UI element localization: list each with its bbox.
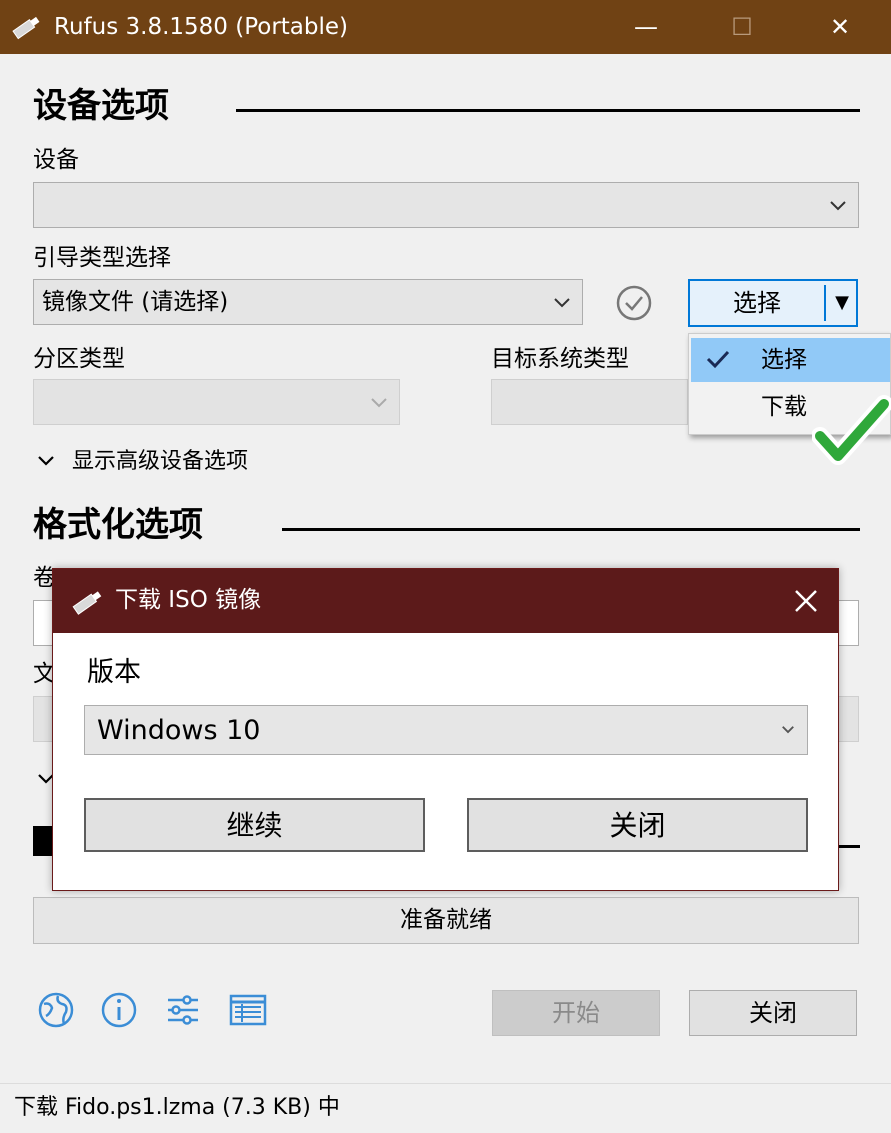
dialog-close-button[interactable]: 关闭 [467, 798, 808, 852]
boot-selection-select[interactable]: 镜像文件 (请选择) [33, 279, 583, 325]
device-options-heading: 设备选项 [33, 86, 169, 126]
title-bar: Rufus 3.8.1580 (Portable) — ☐ ✕ [0, 0, 891, 54]
chevron-down-icon [830, 201, 846, 211]
start-button-label: 开始 [552, 999, 600, 1027]
menu-item-label: 选择 [761, 347, 807, 373]
partition-scheme-label: 分区类型 [33, 346, 125, 372]
boot-selection-value: 镜像文件 (请选择) [42, 289, 229, 315]
info-icon[interactable] [99, 990, 139, 1030]
dialog-close-button-label: 关闭 [609, 809, 666, 842]
device-label: 设备 [33, 147, 79, 173]
close-icon[interactable] [788, 583, 824, 619]
select-image-button[interactable]: 选择 ▼ [688, 279, 858, 327]
log-icon[interactable] [228, 990, 268, 1030]
menu-item-select[interactable]: 选择 [691, 338, 890, 382]
split-divider [824, 285, 826, 321]
globe-icon[interactable] [36, 990, 76, 1030]
chevron-down-icon [782, 726, 794, 734]
dialog-title-bar: 下载 ISO 镜像 [53, 569, 838, 633]
status-bar-text: 下载 Fido.ps1.lzma (7.3 KB) 中 [14, 1095, 340, 1120]
maximize-icon: ☐ [731, 13, 753, 41]
status-heading-fragment [33, 826, 53, 856]
usb-drive-icon [72, 591, 102, 615]
verify-check-icon[interactable] [615, 284, 653, 322]
chevron-down-icon [554, 298, 570, 308]
section-divider [839, 845, 860, 848]
maximize-button: ☐ [714, 0, 770, 54]
minimize-icon: — [634, 13, 658, 41]
section-divider [282, 528, 860, 531]
target-system-select [491, 379, 688, 425]
dialog-title: 下载 ISO 镜像 [115, 587, 262, 613]
format-options-heading: 格式化选项 [33, 505, 203, 545]
version-value: Windows 10 [97, 715, 261, 746]
chevron-down-icon[interactable] [36, 452, 56, 470]
start-button: 开始 [492, 990, 660, 1036]
window-title: Rufus 3.8.1580 (Portable) [54, 14, 349, 40]
usb-drive-icon [12, 16, 40, 40]
green-checkmark-icon [812, 395, 891, 465]
version-label: 版本 [87, 657, 141, 688]
version-select[interactable]: Windows 10 [84, 705, 808, 755]
menu-item-label: 下载 [761, 394, 807, 420]
status-bar: 下载 Fido.ps1.lzma (7.3 KB) 中 [0, 1083, 891, 1133]
close-main-button[interactable]: 关闭 [689, 990, 857, 1036]
boot-selection-label: 引导类型选择 [33, 245, 171, 271]
close-icon: ✕ [829, 13, 851, 41]
progress-status-text: 准备就绪 [400, 907, 492, 933]
minimize-button[interactable]: — [618, 0, 674, 54]
close-main-button-label: 关闭 [749, 999, 797, 1027]
advanced-device-toggle[interactable]: 显示高级设备选项 [72, 448, 248, 476]
chevron-down-icon [371, 398, 387, 408]
checkmark-icon [706, 350, 730, 369]
target-system-label: 目标系统类型 [491, 346, 629, 372]
download-iso-dialog: 下载 ISO 镜像 版本 Windows 10 继续 关闭 [52, 568, 839, 891]
section-divider [236, 109, 860, 112]
select-button-label: 选择 [733, 289, 781, 317]
close-window-button[interactable]: ✕ [812, 0, 868, 54]
settings-icon[interactable] [163, 990, 203, 1030]
continue-button-label: 继续 [226, 809, 283, 842]
progress-bar: 准备就绪 [33, 897, 859, 944]
partition-scheme-select [33, 379, 400, 425]
dropdown-arrow-icon[interactable]: ▼ [827, 289, 857, 317]
continue-button[interactable]: 继续 [84, 798, 425, 852]
device-select[interactable] [33, 182, 859, 228]
